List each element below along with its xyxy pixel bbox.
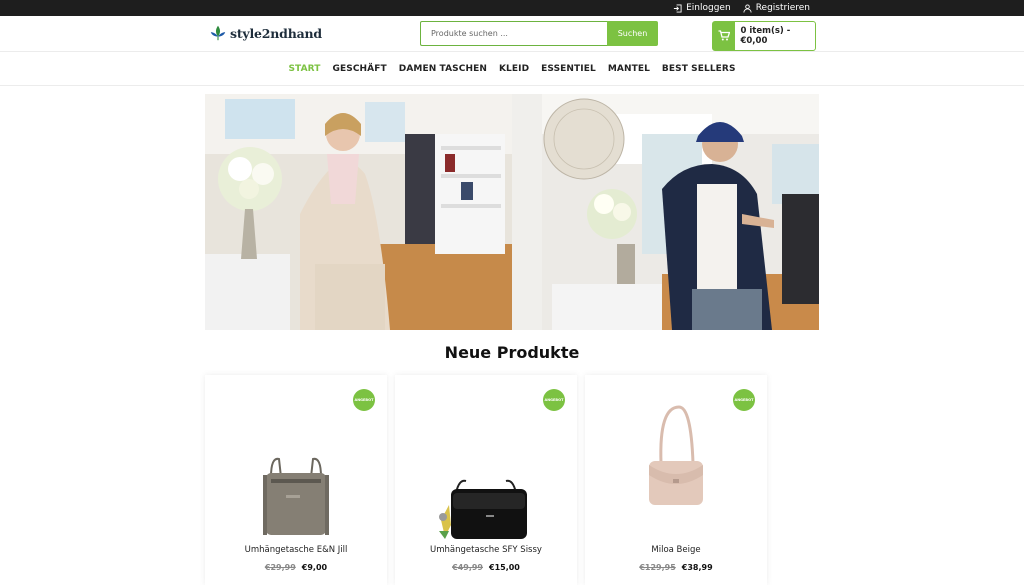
search-form: Suchen [420, 21, 658, 46]
hero-image-left [205, 94, 512, 330]
nav-item-essentiel[interactable]: ESSENTIEL [535, 64, 602, 74]
new-price: €38,99 [681, 563, 713, 572]
cart-summary: 0 item(s) - €0,00 [740, 26, 791, 46]
user-icon [743, 3, 752, 13]
product-name[interactable]: Umhängetasche SFY Sissy [395, 545, 577, 555]
nav-item-best-sellers[interactable]: BEST SELLERS [656, 64, 742, 74]
product-card[interactable]: ANGEBOT Miloa Beige €129,95 €38,99 [585, 375, 767, 585]
product-image [585, 405, 767, 545]
cart-button[interactable]: 0 item(s) - €0,00 [712, 21, 816, 51]
product-list: ANGEBOT Umhängetasche E&N Jill €29,99 €9,… [205, 375, 767, 585]
cart-icon-box [713, 22, 736, 50]
product-image [205, 405, 387, 545]
nav-item-mantel[interactable]: MANTEL [602, 64, 656, 74]
register-link[interactable]: Registrieren [743, 3, 810, 13]
product-price: €49,99 €15,00 [395, 563, 577, 572]
section-title: Neue Produkte [444, 343, 580, 362]
product-name[interactable]: Umhängetasche E&N Jill [205, 545, 387, 555]
old-price: €129,95 [639, 563, 676, 572]
product-price: €129,95 €38,99 [585, 563, 767, 572]
product-image [395, 405, 577, 545]
old-price: €49,99 [452, 563, 483, 572]
register-label: Registrieren [755, 3, 810, 13]
nav-item-damen-taschen[interactable]: DAMEN TASCHEN [393, 64, 493, 74]
product-card[interactable]: ANGEBOT Umhängetasche E&N Jill €29,99 €9,… [205, 375, 387, 585]
site-header: style2ndhand Suchen 0 item(s) - €0,00 [0, 16, 1024, 52]
product-card[interactable]: ANGEBOT Umhängetasche SFY Sissy €49,99 €1… [395, 375, 577, 585]
logo[interactable]: style2ndhand [209, 24, 322, 42]
login-label: Einloggen [686, 3, 731, 13]
product-name[interactable]: Miloa Beige [585, 545, 767, 555]
cart-icon [718, 30, 731, 41]
nav-item-kleid[interactable]: KLEID [493, 64, 535, 74]
search-input[interactable] [420, 21, 607, 46]
main-nav: START GESCHÄFT DAMEN TASCHEN KLEID ESSEN… [0, 52, 1024, 86]
hero-image-right [512, 94, 819, 330]
old-price: €29,99 [264, 563, 296, 572]
login-icon [674, 3, 682, 13]
hero-banner[interactable] [205, 94, 819, 330]
nav-item-geschaeft[interactable]: GESCHÄFT [327, 64, 393, 74]
top-bar: Einloggen Registrieren [0, 0, 1024, 16]
new-price: €15,00 [489, 563, 520, 572]
search-button[interactable]: Suchen [607, 21, 658, 46]
login-link[interactable]: Einloggen [673, 3, 731, 13]
new-price: €9,00 [301, 563, 328, 572]
leaf-logo-icon [210, 25, 226, 41]
logo-text: style2ndhand [230, 25, 322, 41]
product-price: €29,99 €9,00 [205, 563, 387, 572]
nav-item-start[interactable]: START [282, 64, 326, 74]
